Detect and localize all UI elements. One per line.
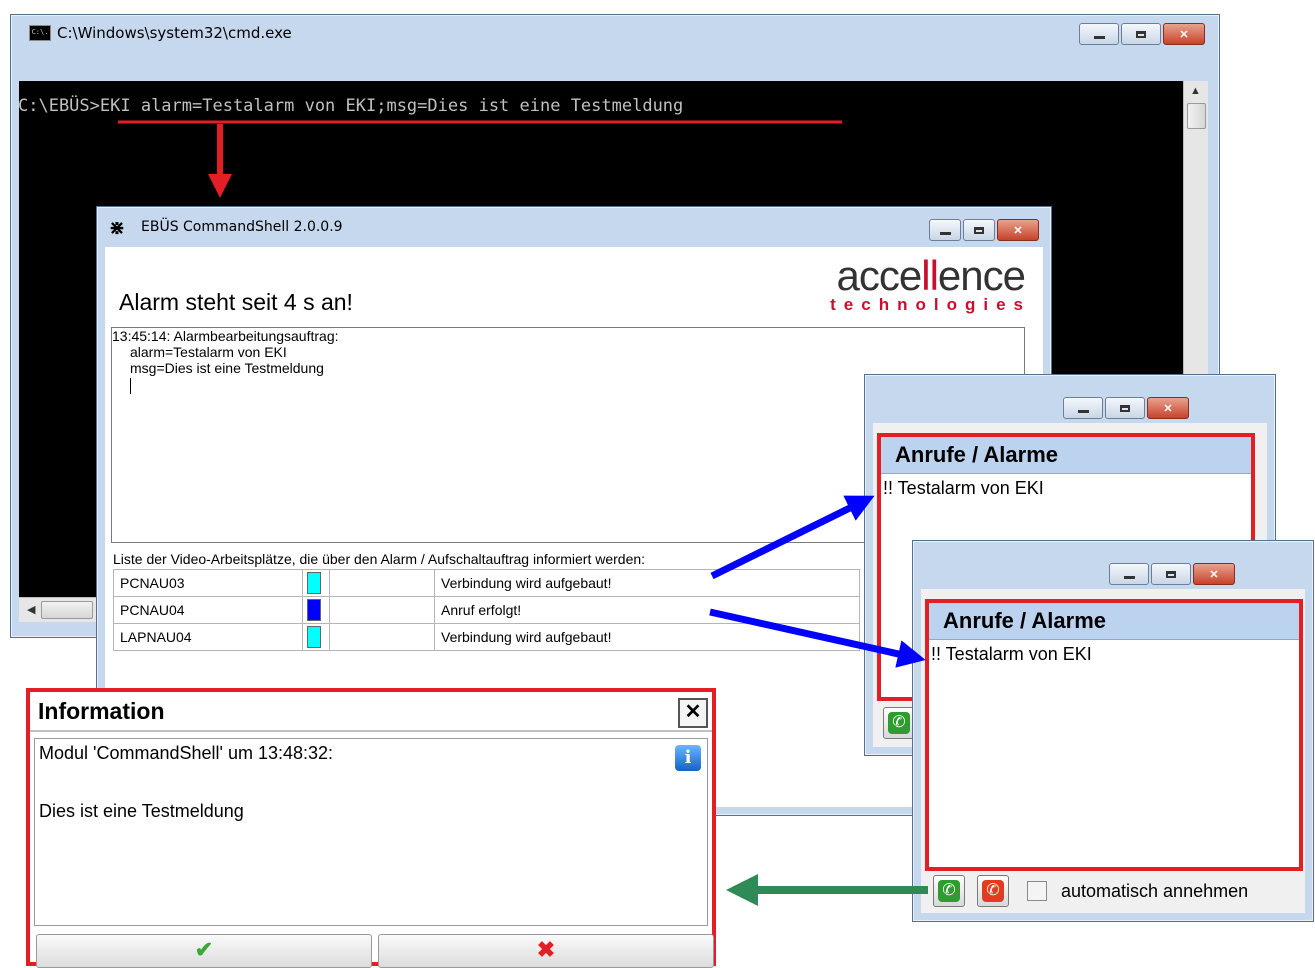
- scroll-up-icon[interactable]: ▲: [1190, 85, 1201, 97]
- accept-call-button[interactable]: ✆: [933, 875, 965, 907]
- alarm-list-header: Anrufe / Alarme: [881, 437, 1251, 474]
- minimize-icon: [939, 231, 951, 235]
- accellence-logo: accellence technologies: [830, 252, 1026, 315]
- maximize-icon: [1120, 404, 1130, 412]
- alarm-list-item[interactable]: !! Testalarm von EKI: [929, 640, 1299, 665]
- phone-accept-icon: ✆: [888, 712, 910, 734]
- phone-reject-icon: ✆: [982, 880, 1004, 902]
- cmd-command-line: C:\EBÜS>EKI alarm=Testalarm von EKI;msg=…: [18, 96, 683, 116]
- cancel-button[interactable]: ✖: [378, 934, 714, 968]
- scroll-thumb[interactable]: [41, 601, 93, 619]
- alarm-list-item[interactable]: !! Testalarm von EKI: [881, 474, 1251, 499]
- workstation-color-cell: [302, 623, 330, 651]
- cmd-title: C:\Windows\system32\cmd.exe: [57, 24, 292, 42]
- maximize-button[interactable]: [1105, 397, 1145, 419]
- info-icon: i: [675, 745, 701, 771]
- workstation-name: PCNAU03: [113, 569, 303, 597]
- workstation-name: PCNAU04: [113, 596, 303, 624]
- reject-call-button[interactable]: ✆: [977, 875, 1009, 907]
- empty-cell: [329, 596, 435, 624]
- checkmark-icon: ✔: [194, 937, 214, 962]
- alarm-client: Anrufe / Alarme !! Testalarm von EKI ✆ ✆…: [921, 589, 1305, 913]
- workstation-status: Verbindung wird aufgebaut!: [434, 569, 860, 597]
- alarm-status-heading: Alarm steht seit 4 s an!: [119, 289, 353, 315]
- workstation-name: LAPNAU04: [113, 623, 303, 651]
- alarm-list-panel: Anrufe / Alarme !! Testalarm von EKI: [925, 599, 1303, 871]
- minimize-icon: [1123, 575, 1135, 579]
- log-line: 13:45:14: Alarmbearbeitungsauftrag:: [112, 328, 339, 344]
- close-icon: ✕: [1013, 224, 1023, 237]
- information-header: Information ✕: [30, 692, 712, 732]
- maximize-icon: [974, 226, 984, 234]
- logo-subline: technologies: [830, 295, 1031, 314]
- workstation-status: Anruf erfolgt!: [434, 596, 860, 624]
- workstation-color-cell: [302, 569, 330, 597]
- log-line: alarm=Testalarm von EKI: [130, 344, 287, 360]
- minimize-button[interactable]: [1109, 563, 1149, 585]
- information-close-button[interactable]: ✕: [678, 698, 708, 728]
- auto-accept-checkbox[interactable]: [1027, 881, 1047, 901]
- table-row[interactable]: PCNAU04 Anruf erfolgt!: [113, 596, 860, 624]
- cmd-command: EKI alarm=Testalarm von EKI;msg=Dies ist…: [99, 96, 684, 116]
- workstation-list-label: Liste der Video-Arbeitsplätze, die über …: [113, 551, 646, 567]
- cmd-minimize-button[interactable]: [1079, 23, 1119, 45]
- close-icon: ✕: [1209, 568, 1219, 581]
- shell-minimize-button[interactable]: [929, 219, 961, 241]
- cmd-prompt: C:\EBÜS>: [18, 96, 100, 116]
- minimize-icon: [1077, 409, 1089, 413]
- maximize-icon: [1136, 30, 1146, 38]
- alarm-window-2: ✕ Anrufe / Alarme !! Testalarm von EKI ✆…: [912, 540, 1314, 922]
- empty-cell: [329, 569, 435, 597]
- accept-call-button[interactable]: ✆: [883, 707, 915, 739]
- commandshell-titlebar[interactable]: ⋇ EBÜS CommandShell 2.0.0.9 ✕: [97, 207, 1051, 241]
- app-logo-icon: ⋇: [109, 218, 125, 239]
- shell-maximize-button[interactable]: [963, 219, 995, 241]
- cmd-maximize-button[interactable]: [1121, 23, 1161, 45]
- scroll-thumb[interactable]: [1187, 103, 1206, 129]
- message-line: Modul 'CommandShell' um 13:48:32:: [39, 743, 334, 763]
- cmd-icon: C:\.: [29, 25, 51, 41]
- message-line: Dies ist eine Testmeldung: [39, 801, 244, 821]
- commandshell-title: EBÜS CommandShell 2.0.0.9: [141, 219, 343, 235]
- table-row[interactable]: PCNAU03 Verbindung wird aufgebaut!: [113, 569, 860, 597]
- scroll-left-icon[interactable]: ◀: [27, 603, 35, 616]
- auto-accept-label: automatisch annehmen: [1061, 881, 1249, 901]
- maximize-button[interactable]: [1151, 563, 1191, 585]
- table-row[interactable]: LAPNAU04 Verbindung wird aufgebaut!: [113, 623, 860, 651]
- close-icon: ✕: [1179, 28, 1189, 41]
- empty-cell: [329, 623, 435, 651]
- phone-accept-icon: ✆: [938, 880, 960, 902]
- shell-close-button[interactable]: ✕: [997, 219, 1039, 241]
- confirm-button[interactable]: ✔: [36, 934, 372, 968]
- information-title: Information: [38, 698, 165, 724]
- workstation-status: Verbindung wird aufgebaut!: [434, 623, 860, 651]
- minimize-button[interactable]: [1063, 397, 1103, 419]
- status-color-swatch: [307, 572, 321, 594]
- logo-wordmark: accellence: [836, 252, 1026, 299]
- minimize-icon: [1093, 35, 1105, 39]
- workstation-table: PCNAU03 Verbindung wird aufgebaut! PCNAU…: [113, 569, 860, 651]
- close-button[interactable]: ✕: [1147, 397, 1189, 419]
- information-popup: Information ✕ Modul 'CommandShell' um 13…: [26, 688, 716, 968]
- information-message: Modul 'CommandShell' um 13:48:32: Dies i…: [34, 738, 708, 926]
- cmd-titlebar[interactable]: C:\. C:\Windows\system32\cmd.exe ✕: [11, 15, 1219, 49]
- maximize-icon: [1166, 570, 1176, 578]
- status-color-swatch: [307, 599, 321, 621]
- close-button[interactable]: ✕: [1193, 563, 1235, 585]
- close-icon: ✕: [1163, 402, 1173, 415]
- alarm-list-header: Anrufe / Alarme: [929, 603, 1299, 640]
- cmd-close-button[interactable]: ✕: [1163, 23, 1205, 45]
- status-color-swatch: [307, 626, 321, 648]
- cross-icon: ✖: [536, 937, 556, 962]
- workstation-color-cell: [302, 596, 330, 624]
